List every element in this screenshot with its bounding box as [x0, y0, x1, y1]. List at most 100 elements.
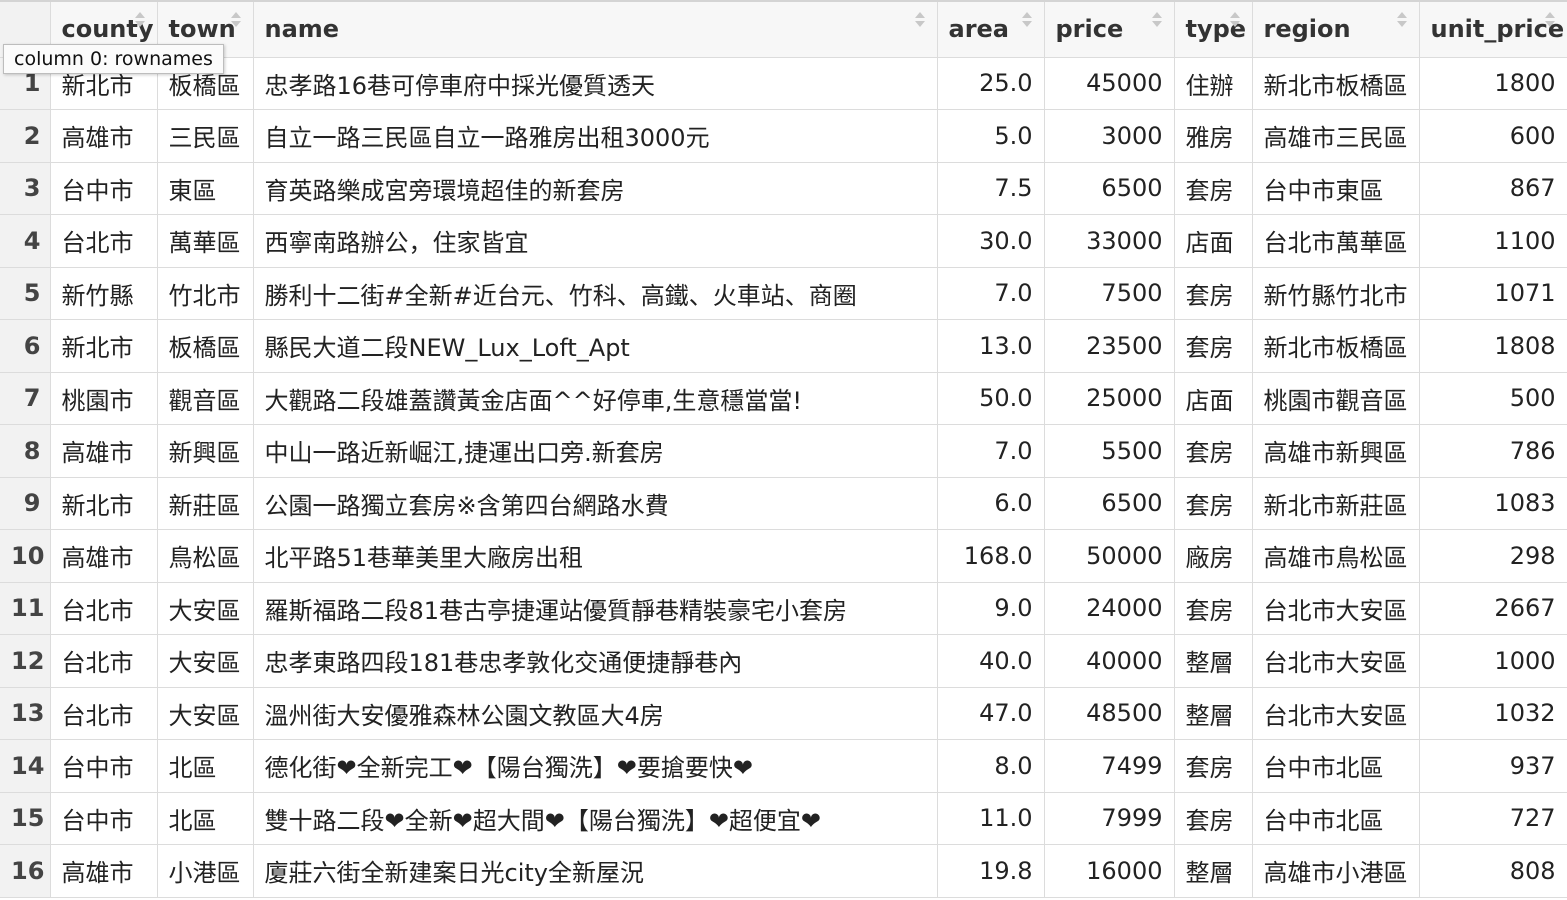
sort-arrows-icon[interactable]: [1396, 12, 1407, 32]
cell-town: 北區: [157, 792, 254, 845]
cell-town: 三民區: [157, 109, 254, 163]
row-number: 9: [0, 477, 51, 530]
sort-arrows-icon[interactable]: [1229, 12, 1240, 32]
cell-price: 6500: [1044, 477, 1175, 530]
column-header-name[interactable]: name: [253, 2, 938, 58]
data-table: county town name area price type region …: [0, 2, 1567, 898]
cell-town: 小港區: [157, 844, 254, 898]
cell-type: 整層: [1174, 634, 1253, 688]
sort-arrows-icon[interactable]: [914, 12, 925, 32]
row-number: 11: [0, 582, 51, 635]
cell-price: 33000: [1044, 214, 1175, 268]
cell-price: 50000: [1044, 529, 1175, 583]
cell-name: 縣民大道二段NEW_Lux_Loft_Apt: [253, 319, 938, 373]
table-row[interactable]: 11 台北市 大安區 羅斯福路二段81巷古亭捷運站優質靜巷精裝豪宅小套房 9.0 2400…: [0, 582, 1567, 635]
cell-area: 30.0: [937, 214, 1045, 268]
cell-unit-price: 1000: [1419, 634, 1567, 688]
cell-region: 台北市萬華區: [1252, 214, 1420, 268]
cell-region: 台北市大安區: [1252, 687, 1420, 740]
table-row[interactable]: 2 高雄市 三民區 自立一路三民區自立一路雅房出租3000元 5.0 3000 雅房 高雄市三…: [0, 109, 1567, 163]
cell-price: 40000: [1044, 634, 1175, 688]
table-row[interactable]: 14 台中市 北區 德化街❤全新完工❤【陽台獨洗】❤要搶要快❤ 8.0 7499 套房 台中市…: [0, 739, 1567, 793]
cell-name: 勝利十二街#全新#近台元、竹科、高鐵、火車站、商圈: [253, 267, 938, 320]
sort-arrows-icon[interactable]: [1021, 12, 1032, 32]
cell-type: 整層: [1174, 844, 1253, 898]
sort-arrows-icon[interactable]: [134, 12, 145, 32]
cell-area: 168.0: [937, 529, 1045, 583]
cell-type: 套房: [1174, 582, 1253, 635]
row-number: 10: [0, 529, 51, 583]
cell-name: 西寧南路辦公，住家皆宜: [253, 214, 938, 268]
cell-unit-price: 1032: [1419, 687, 1567, 740]
cell-name: 廈莊六街全新建案日光city全新屋況: [253, 844, 938, 898]
cell-region: 台中市東區: [1252, 162, 1420, 215]
cell-name: 忠孝東路四段181巷忠孝敦化交通便捷靜巷內: [253, 634, 938, 688]
table-row[interactable]: 15 台中市 北區 雙十路二段❤全新❤超大間❤【陽台獨洗】❤超便宜❤ 11.0 7999 套…: [0, 792, 1567, 845]
column-header-unit-price[interactable]: unit_price: [1419, 2, 1567, 58]
cell-area: 7.0: [937, 267, 1045, 320]
sort-arrows-icon[interactable]: [1151, 12, 1162, 32]
cell-unit-price: 1100: [1419, 214, 1567, 268]
cell-county: 桃園市: [50, 372, 158, 425]
cell-region: 新北市新莊區: [1252, 477, 1420, 530]
table-row[interactable]: 9 新北市 新莊區 公園一路獨立套房※含第四台網路水費 6.0 6500 套房 新北市新莊區 1…: [0, 477, 1567, 530]
table-row[interactable]: 12 台北市 大安區 忠孝東路四段181巷忠孝敦化交通便捷靜巷內 40.0 40000 整層…: [0, 634, 1567, 688]
cell-county: 新竹縣: [50, 267, 158, 320]
column-header-type[interactable]: type: [1174, 2, 1253, 58]
cell-unit-price: 298: [1419, 529, 1567, 583]
column-header-label: name: [264, 15, 340, 44]
cell-name: 自立一路三民區自立一路雅房出租3000元: [253, 109, 938, 163]
table-row[interactable]: 10 高雄市 鳥松區 北平路51巷華美里大廠房出租 168.0 50000 廠房 高雄市鳥松區…: [0, 529, 1567, 583]
cell-county: 新北市: [50, 477, 158, 530]
cell-type: 套房: [1174, 739, 1253, 793]
cell-type: 雅房: [1174, 109, 1253, 163]
table-row[interactable]: 16 高雄市 小港區 廈莊六街全新建案日光city全新屋況 19.8 16000 整層 高雄市…: [0, 844, 1567, 898]
column-header-price[interactable]: price: [1044, 2, 1175, 58]
cell-name: 中山一路近新崛江,捷運出口旁.新套房: [253, 424, 938, 478]
cell-region: 高雄市小港區: [1252, 844, 1420, 898]
table-row[interactable]: 6 新北市 板橋區 縣民大道二段NEW_Lux_Loft_Apt 13.0 23500 套房…: [0, 319, 1567, 373]
row-number: 16: [0, 844, 51, 898]
column-header-label: area: [948, 15, 1010, 44]
table-row[interactable]: 8 高雄市 新興區 中山一路近新崛江,捷運出口旁.新套房 7.0 5500 套房 高雄市新興區…: [0, 424, 1567, 478]
cell-price: 7999: [1044, 792, 1175, 845]
cell-region: 高雄市三民區: [1252, 109, 1420, 163]
cell-town: 觀音區: [157, 372, 254, 425]
row-number: 14: [0, 739, 51, 793]
cell-town: 大安區: [157, 634, 254, 688]
column-header-region[interactable]: region: [1252, 2, 1420, 58]
table-row[interactable]: 5 新竹縣 竹北市 勝利十二街#全新#近台元、竹科、高鐵、火車站、商圈 7.0 7500 套…: [0, 267, 1567, 320]
cell-name: 忠孝路16巷可停車府中採光優質透天: [253, 57, 938, 110]
cell-type: 住辦: [1174, 57, 1253, 110]
table-row[interactable]: 3 台中市 東區 育英路樂成宮旁環境超佳的新套房 7.5 6500 套房 台中市東區 867: [0, 162, 1567, 215]
cell-type: 店面: [1174, 372, 1253, 425]
column-tooltip: column 0: rownames: [3, 44, 224, 74]
sort-arrows-icon[interactable]: [1544, 12, 1555, 32]
table-row[interactable]: 1 新北市 板橋區 忠孝路16巷可停車府中採光優質透天 25.0 45000 住辦 新北市板橋…: [0, 57, 1567, 110]
cell-price: 16000: [1044, 844, 1175, 898]
cell-name: 羅斯福路二段81巷古亭捷運站優質靜巷精裝豪宅小套房: [253, 582, 938, 635]
cell-county: 高雄市: [50, 529, 158, 583]
cell-region: 台中市北區: [1252, 739, 1420, 793]
column-header-area[interactable]: area: [937, 2, 1045, 58]
cell-unit-price: 1083: [1419, 477, 1567, 530]
cell-county: 台中市: [50, 739, 158, 793]
cell-unit-price: 2667: [1419, 582, 1567, 635]
cell-town: 板橋區: [157, 319, 254, 373]
cell-type: 套房: [1174, 162, 1253, 215]
row-number: 4: [0, 214, 51, 268]
cell-unit-price: 1071: [1419, 267, 1567, 320]
table-body: 1 新北市 板橋區 忠孝路16巷可停車府中採光優質透天 25.0 45000 住辦 新北市板橋…: [0, 57, 1567, 898]
cell-area: 50.0: [937, 372, 1045, 425]
cell-name: 德化街❤全新完工❤【陽台獨洗】❤要搶要快❤: [253, 739, 938, 793]
cell-type: 店面: [1174, 214, 1253, 268]
table-row[interactable]: 7 桃園市 觀音區 大觀路二段雄蓋讚黃金店面^^好停車,生意穩當當! 50.0 25000…: [0, 372, 1567, 425]
table-row[interactable]: 4 台北市 萬華區 西寧南路辦公，住家皆宜 30.0 33000 店面 台北市萬華區 1100: [0, 214, 1567, 268]
sort-arrows-icon[interactable]: [230, 12, 241, 32]
cell-type: 套房: [1174, 477, 1253, 530]
cell-unit-price: 600: [1419, 109, 1567, 163]
row-number: 7: [0, 372, 51, 425]
cell-county: 台北市: [50, 214, 158, 268]
table-row[interactable]: 13 台北市 大安區 溫州街大安優雅森林公園文教區大4房 47.0 48500 整層 台北市大…: [0, 687, 1567, 740]
cell-unit-price: 727: [1419, 792, 1567, 845]
